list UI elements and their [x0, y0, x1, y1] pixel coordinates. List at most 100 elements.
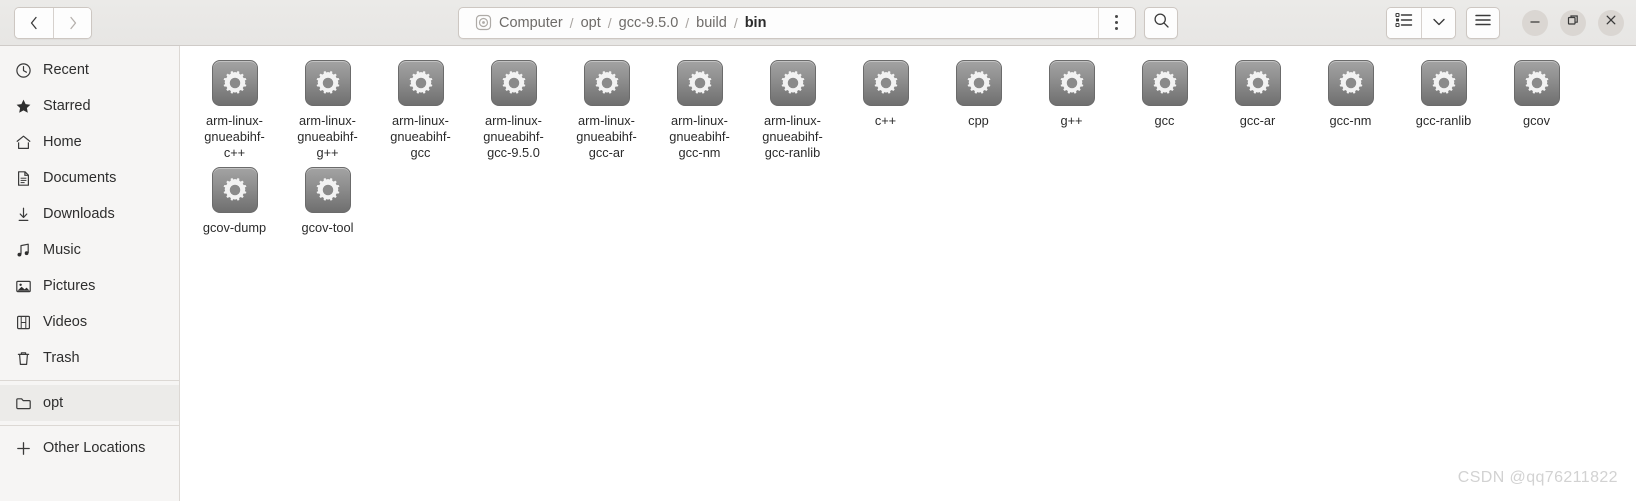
breadcrumb-label: Computer [499, 14, 563, 31]
sidebar: Recent Starred Home Documents Downloads … [0, 46, 180, 501]
breadcrumb-item-build[interactable]: build [690, 15, 733, 31]
file-item[interactable]: arm-linux- gnueabihf- gcc-nm [653, 54, 746, 161]
sidebar-item-trash[interactable]: Trash [0, 340, 179, 376]
file-label: gcc-ar [1239, 113, 1276, 128]
video-icon [14, 313, 32, 331]
sidebar-item-label: opt [43, 395, 64, 411]
file-label: arm-linux- gnueabihf- gcc-ar [576, 113, 637, 160]
sidebar-item-other-locations[interactable]: Other Locations [0, 430, 179, 466]
sidebar-item-documents[interactable]: Documents [0, 160, 179, 196]
sidebar-item-label: Starred [43, 98, 91, 114]
sidebar-divider [0, 425, 179, 426]
chevron-down-icon [1432, 14, 1446, 32]
breadcrumb-item-opt[interactable]: opt [575, 15, 607, 31]
sidebar-item-opt[interactable]: opt [0, 385, 179, 421]
executable-gear-icon [769, 60, 816, 106]
file-item[interactable]: gcc-ranlib [1397, 54, 1490, 129]
file-item[interactable]: gcov [1490, 54, 1583, 129]
executable-gear-icon [211, 167, 258, 213]
vertical-dots-icon[interactable] [1099, 8, 1133, 38]
window-controls [1522, 9, 1624, 36]
search-button[interactable] [1144, 6, 1178, 39]
hamburger-menu-icon [1474, 13, 1492, 32]
maximize-button[interactable] [1560, 9, 1586, 36]
minimize-icon [1528, 13, 1542, 32]
navigation-button-group [14, 6, 92, 39]
file-label: gcov-dump [202, 220, 267, 235]
executable-gear-icon [955, 60, 1002, 106]
sidebar-item-pictures[interactable]: Pictures [0, 268, 179, 304]
breadcrumb-item-gcc-950[interactable]: gcc-9.5.0 [613, 15, 685, 31]
executable-gear-icon [1048, 60, 1095, 106]
main-menu-button[interactable] [1466, 6, 1500, 39]
icon-grid: arm-linux- gnueabihf- c++ arm-linux- gnu… [180, 46, 1636, 236]
file-item[interactable]: g++ [1025, 54, 1118, 129]
view-button-group [1386, 6, 1456, 39]
file-item[interactable]: arm-linux- gnueabihf- gcc-ranlib [746, 54, 839, 161]
file-item[interactable]: gcov-tool [281, 161, 374, 236]
file-label: cpp [968, 113, 989, 128]
sidebar-item-recent[interactable]: Recent [0, 52, 179, 88]
window-body: Recent Starred Home Documents Downloads … [0, 46, 1636, 501]
file-item[interactable]: arm-linux- gnueabihf- c++ [188, 54, 281, 161]
file-label: arm-linux- gnueabihf- gcc [390, 113, 451, 160]
breadcrumb-item-computer[interactable]: Computer [469, 14, 569, 31]
sidebar-item-home[interactable]: Home [0, 124, 179, 160]
minimize-button[interactable] [1522, 9, 1548, 36]
sidebar-item-starred[interactable]: Starred [0, 88, 179, 124]
file-item[interactable]: gcc [1118, 54, 1211, 129]
executable-gear-icon [490, 60, 537, 106]
document-icon [14, 169, 32, 187]
file-item[interactable]: arm-linux- gnueabihf- gcc-9.5.0 [467, 54, 560, 161]
file-item[interactable]: arm-linux- gnueabihf- g++ [281, 54, 374, 161]
file-label: gcov [1522, 113, 1551, 128]
executable-gear-icon [1327, 60, 1374, 106]
breadcrumb-label: bin [744, 14, 767, 31]
file-item[interactable]: cpp [932, 54, 1025, 129]
clock-icon [14, 61, 32, 79]
home-icon [14, 133, 32, 151]
file-item[interactable]: gcc-ar [1211, 54, 1304, 129]
sidebar-item-label: Music [43, 242, 81, 258]
maximize-icon [1566, 13, 1580, 32]
file-manager-window: Computer / opt / gcc-9.5.0 / build / bin… [0, 0, 1636, 501]
file-item[interactable]: c++ [839, 54, 932, 129]
header-bar: Computer / opt / gcc-9.5.0 / build / bin [0, 0, 1636, 46]
file-item[interactable]: arm-linux- gnueabihf- gcc-ar [560, 54, 653, 161]
icon-grid-row: arm-linux- gnueabihf- c++ arm-linux- gnu… [188, 54, 1636, 161]
file-label: arm-linux- gnueabihf- gcc-9.5.0 [483, 113, 544, 160]
sidebar-item-label: Recent [43, 62, 89, 78]
file-label: arm-linux- gnueabihf- c++ [204, 113, 265, 160]
list-view-button[interactable] [1387, 7, 1421, 38]
file-item[interactable]: gcov-dump [188, 161, 281, 236]
back-button[interactable] [15, 7, 53, 38]
header-right-group [1386, 6, 1628, 39]
close-icon [1604, 13, 1618, 32]
sidebar-item-videos[interactable]: Videos [0, 304, 179, 340]
close-button[interactable] [1598, 9, 1624, 36]
sidebar-item-music[interactable]: Music [0, 232, 179, 268]
executable-gear-icon [304, 167, 351, 213]
breadcrumb-label: gcc-9.5.0 [618, 14, 679, 31]
file-label: c++ [874, 113, 897, 128]
file-list-view[interactable]: arm-linux- gnueabihf- c++ arm-linux- gnu… [180, 46, 1636, 501]
plus-icon [14, 439, 32, 457]
file-item[interactable]: arm-linux- gnueabihf- gcc [374, 54, 467, 161]
breadcrumb-label: build [696, 14, 727, 31]
sidebar-item-label: Documents [43, 170, 117, 186]
file-label: gcc-ranlib [1415, 113, 1472, 128]
executable-gear-icon [211, 60, 258, 106]
sidebar-item-label: Videos [43, 314, 88, 330]
executable-gear-icon [1234, 60, 1281, 106]
sidebar-item-label: Home [43, 134, 82, 150]
breadcrumb-item-bin[interactable]: bin [739, 15, 773, 31]
breadcrumb: Computer / opt / gcc-9.5.0 / build / bin [469, 14, 1098, 31]
file-item[interactable]: gcc-nm [1304, 54, 1397, 129]
picture-icon [14, 277, 32, 295]
file-label: arm-linux- gnueabihf- gcc-nm [669, 113, 730, 160]
view-options-dropdown[interactable] [1421, 7, 1455, 38]
forward-button[interactable] [53, 7, 91, 38]
music-icon [14, 241, 32, 259]
sidebar-item-downloads[interactable]: Downloads [0, 196, 179, 232]
executable-gear-icon [1420, 60, 1467, 106]
